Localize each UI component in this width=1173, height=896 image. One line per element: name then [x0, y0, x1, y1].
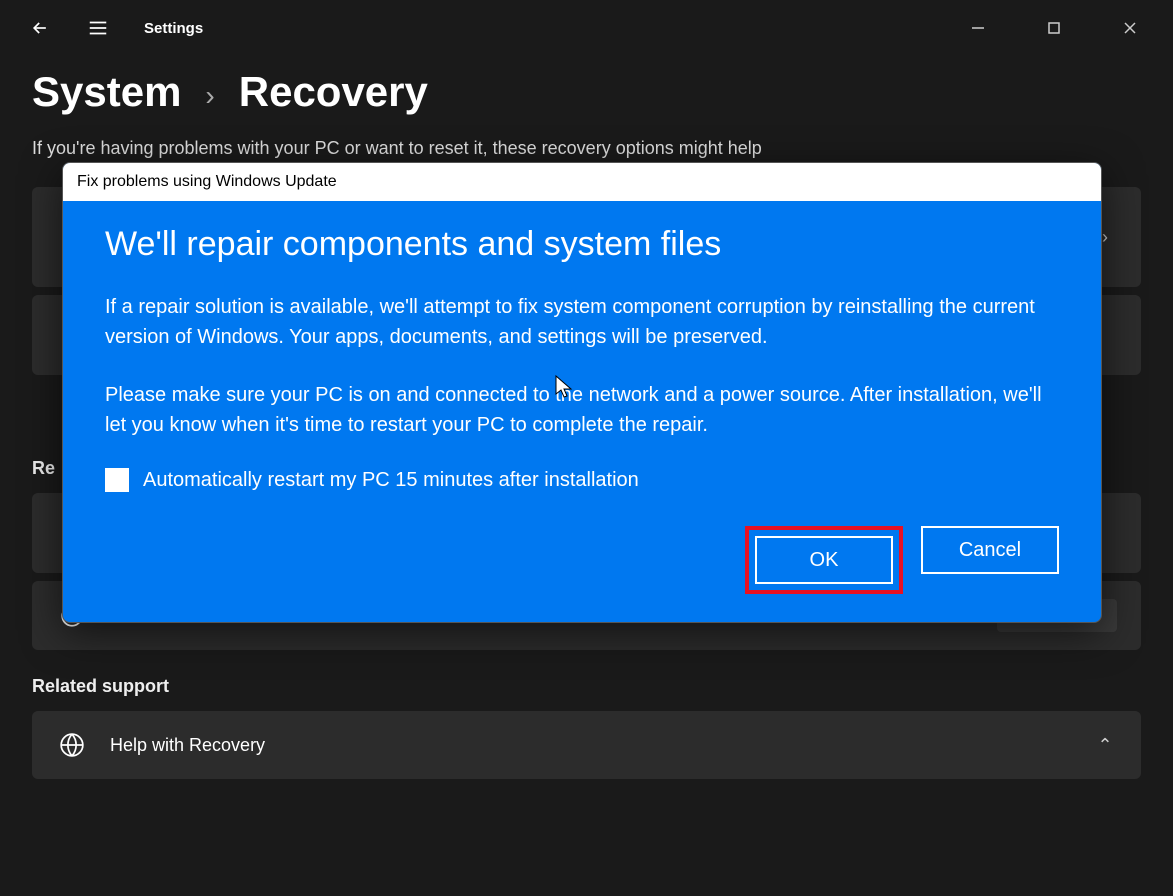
dialog-heading: We'll repair components and system files: [105, 225, 1059, 264]
dialog-paragraph-1: If a repair solution is available, we'll…: [105, 292, 1059, 352]
close-button[interactable]: [1107, 12, 1153, 44]
dialog-paragraph-2: Please make sure your PC is on and conne…: [105, 380, 1059, 440]
help-with-recovery-card[interactable]: Help with Recovery ⌃: [32, 711, 1141, 779]
chevron-right-icon: ›: [205, 80, 214, 112]
maximize-button[interactable]: [1031, 12, 1077, 44]
auto-restart-label: Automatically restart my PC 15 minutes a…: [143, 469, 639, 492]
globe-icon: [56, 729, 88, 761]
minimize-button[interactable]: [955, 12, 1001, 44]
hamburger-menu-button[interactable]: [78, 8, 118, 48]
titlebar: Settings: [0, 0, 1173, 56]
ok-button[interactable]: OK: [755, 536, 893, 584]
cancel-button[interactable]: Cancel: [921, 526, 1059, 574]
breadcrumb-system[interactable]: System: [32, 68, 181, 116]
breadcrumb-recovery: Recovery: [239, 68, 428, 116]
breadcrumb: System › Recovery: [32, 68, 1141, 116]
ok-highlight-annotation: OK: [745, 526, 903, 594]
help-with-recovery-label: Help with Recovery: [110, 735, 1071, 756]
back-button[interactable]: [20, 8, 60, 48]
auto-restart-checkbox[interactable]: [105, 468, 129, 492]
dialog-title: Fix problems using Windows Update: [63, 163, 1101, 201]
intro-text: If you're having problems with your PC o…: [32, 138, 1141, 159]
chevron-up-icon: ⌃: [1093, 735, 1117, 756]
fix-problems-dialog: Fix problems using Windows Update We'll …: [62, 162, 1102, 623]
section-header-related-support: Related support: [32, 676, 1141, 697]
app-title: Settings: [144, 20, 203, 37]
